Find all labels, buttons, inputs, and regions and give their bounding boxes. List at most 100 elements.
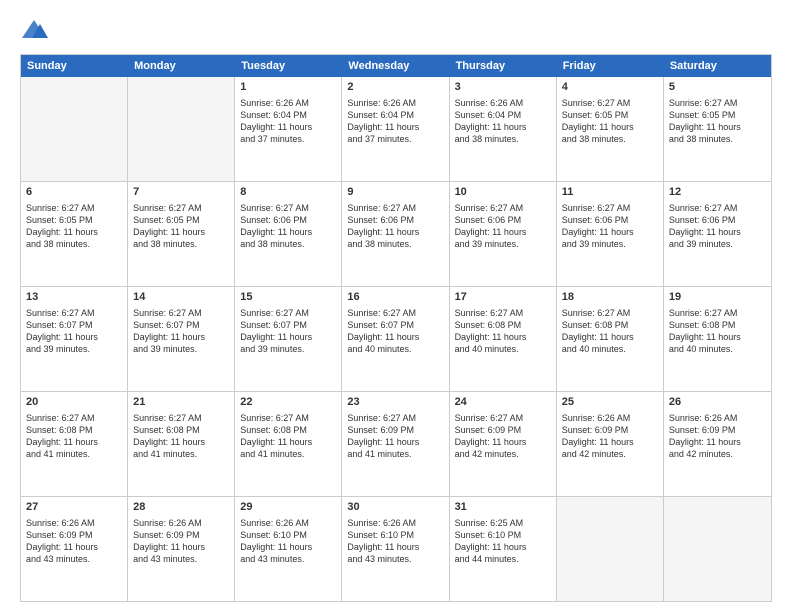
calendar-cell: 8Sunrise: 6:27 AMSunset: 6:06 PMDaylight… <box>235 182 342 286</box>
cell-line: Sunrise: 6:26 AM <box>562 412 658 424</box>
calendar-cell <box>664 497 771 601</box>
cell-line: and 38 minutes. <box>669 133 766 145</box>
cell-line: Sunset: 6:07 PM <box>133 319 229 331</box>
cell-line: Daylight: 11 hours <box>669 121 766 133</box>
calendar-cell: 4Sunrise: 6:27 AMSunset: 6:05 PMDaylight… <box>557 77 664 181</box>
cell-line: Sunrise: 6:27 AM <box>240 307 336 319</box>
cell-line: Sunrise: 6:27 AM <box>347 412 443 424</box>
cell-line: and 40 minutes. <box>669 343 766 355</box>
header-cell-tuesday: Tuesday <box>235 55 342 77</box>
cell-line: Daylight: 11 hours <box>455 436 551 448</box>
cell-line: Daylight: 11 hours <box>562 226 658 238</box>
cell-line: Sunset: 6:08 PM <box>669 319 766 331</box>
cell-line: Sunset: 6:10 PM <box>347 529 443 541</box>
calendar-row: 13Sunrise: 6:27 AMSunset: 6:07 PMDayligh… <box>21 287 771 392</box>
cell-line: Daylight: 11 hours <box>26 331 122 343</box>
day-number: 26 <box>669 395 766 410</box>
calendar-cell: 12Sunrise: 6:27 AMSunset: 6:06 PMDayligh… <box>664 182 771 286</box>
cell-line: and 39 minutes. <box>669 238 766 250</box>
cell-line: Sunrise: 6:27 AM <box>26 307 122 319</box>
day-number: 6 <box>26 185 122 200</box>
cell-line: Sunset: 6:05 PM <box>133 214 229 226</box>
cell-line: and 38 minutes. <box>133 238 229 250</box>
cell-line: Sunset: 6:08 PM <box>562 319 658 331</box>
cell-line: Sunset: 6:06 PM <box>240 214 336 226</box>
calendar-row: 20 Sunrise: 6:27 AM Sunset: 6:08 PM Dayligh… <box>21 392 771 497</box>
cell-line: Sunset: 6:06 PM <box>347 214 443 226</box>
day-number: 24 <box>455 395 551 410</box>
cell-line: Sunset: 6:10 PM <box>455 529 551 541</box>
calendar-body: 1Sunrise: 6:26 AMSunset: 6:04 PMDaylight… <box>21 77 771 601</box>
day-number: 15 <box>240 290 336 305</box>
cell-line: Daylight: 11 hours <box>347 121 443 133</box>
cell-line: and 44 minutes. <box>455 553 551 565</box>
day-number: 12 <box>669 185 766 200</box>
calendar-row: 27Sunrise: 6:26 AMSunset: 6:09 PMDayligh… <box>21 497 771 601</box>
header-cell-thursday: Thursday <box>450 55 557 77</box>
calendar-cell: 19Sunrise: 6:27 AMSunset: 6:08 PMDayligh… <box>664 287 771 391</box>
cell-line: Sunrise: 6:27 AM <box>455 202 551 214</box>
cell-line: Daylight: 11 hours <box>669 436 766 448</box>
cell-line: Sunrise: 6:26 AM <box>347 97 443 109</box>
calendar-row: 6 Sunrise: 6:27 AM Sunset: 6:05 PM Daylight… <box>21 182 771 287</box>
cell-line: and 42 minutes. <box>669 448 766 460</box>
cell-line: and 42 minutes. <box>455 448 551 460</box>
cell-line: Daylight: 11 hours <box>347 331 443 343</box>
cell-line: and 43 minutes. <box>133 553 229 565</box>
day-number: 10 <box>455 185 551 200</box>
calendar-row: 1Sunrise: 6:26 AMSunset: 6:04 PMDaylight… <box>21 77 771 182</box>
day-number: 31 <box>455 500 551 515</box>
day-number: 23 <box>347 395 443 410</box>
cell-line: Sunrise: 6:27 AM <box>455 412 551 424</box>
cell-line: Daylight: 11 hours <box>240 331 336 343</box>
day-number: 27 <box>26 500 122 515</box>
cell-line: Sunrise: 6:26 AM <box>347 517 443 529</box>
page: SundayMondayTuesdayWednesdayThursdayFrid… <box>0 0 792 612</box>
cell-line: Daylight: 11 hours <box>240 436 336 448</box>
cell-line: Sunset: 6:10 PM <box>240 529 336 541</box>
cell-line: and 40 minutes. <box>347 343 443 355</box>
calendar-cell: 3Sunrise: 6:26 AMSunset: 6:04 PMDaylight… <box>450 77 557 181</box>
cell-line: and 38 minutes. <box>562 133 658 145</box>
cell-line: Sunrise: 6:27 AM <box>669 97 766 109</box>
cell-line: and 39 minutes. <box>26 343 122 355</box>
cell-line: Sunrise: 6:26 AM <box>240 517 336 529</box>
calendar-cell: 14Sunrise: 6:27 AMSunset: 6:07 PMDayligh… <box>128 287 235 391</box>
calendar-cell: 25Sunrise: 6:26 AMSunset: 6:09 PMDayligh… <box>557 392 664 496</box>
cell-line: Daylight: 11 hours <box>669 226 766 238</box>
calendar-cell: 18Sunrise: 6:27 AMSunset: 6:08 PMDayligh… <box>557 287 664 391</box>
cell-line: Sunrise: 6:27 AM <box>26 202 122 214</box>
calendar: SundayMondayTuesdayWednesdayThursdayFrid… <box>20 54 772 602</box>
cell-line: Daylight: 11 hours <box>26 226 122 238</box>
calendar-cell: 30Sunrise: 6:26 AMSunset: 6:10 PMDayligh… <box>342 497 449 601</box>
calendar-cell: 26Sunrise: 6:26 AMSunset: 6:09 PMDayligh… <box>664 392 771 496</box>
cell-line: Sunset: 6:09 PM <box>455 424 551 436</box>
cell-line: and 37 minutes. <box>240 133 336 145</box>
calendar-cell: 31Sunrise: 6:25 AMSunset: 6:10 PMDayligh… <box>450 497 557 601</box>
cell-line: Sunset: 6:09 PM <box>562 424 658 436</box>
day-number: 2 <box>347 80 443 95</box>
day-number: 20 <box>26 395 122 410</box>
cell-line: and 39 minutes. <box>562 238 658 250</box>
day-number: 16 <box>347 290 443 305</box>
calendar-cell: 13Sunrise: 6:27 AMSunset: 6:07 PMDayligh… <box>21 287 128 391</box>
cell-line: Sunrise: 6:27 AM <box>133 307 229 319</box>
cell-line: and 41 minutes. <box>26 448 122 460</box>
header-cell-friday: Friday <box>557 55 664 77</box>
day-number: 14 <box>133 290 229 305</box>
cell-line: Daylight: 11 hours <box>240 121 336 133</box>
cell-line: Daylight: 11 hours <box>455 541 551 553</box>
cell-line: Sunrise: 6:27 AM <box>562 307 658 319</box>
cell-line: Sunrise: 6:27 AM <box>669 202 766 214</box>
cell-line: Sunset: 6:09 PM <box>347 424 443 436</box>
cell-line: Sunrise: 6:27 AM <box>562 97 658 109</box>
cell-line: and 43 minutes. <box>26 553 122 565</box>
cell-line: and 41 minutes. <box>347 448 443 460</box>
cell-line: Sunset: 6:08 PM <box>26 424 122 436</box>
calendar-cell: 11Sunrise: 6:27 AMSunset: 6:06 PMDayligh… <box>557 182 664 286</box>
calendar-cell <box>21 77 128 181</box>
header <box>20 16 772 44</box>
cell-line: Sunset: 6:04 PM <box>347 109 443 121</box>
cell-line: Sunset: 6:08 PM <box>455 319 551 331</box>
day-number: 9 <box>347 185 443 200</box>
